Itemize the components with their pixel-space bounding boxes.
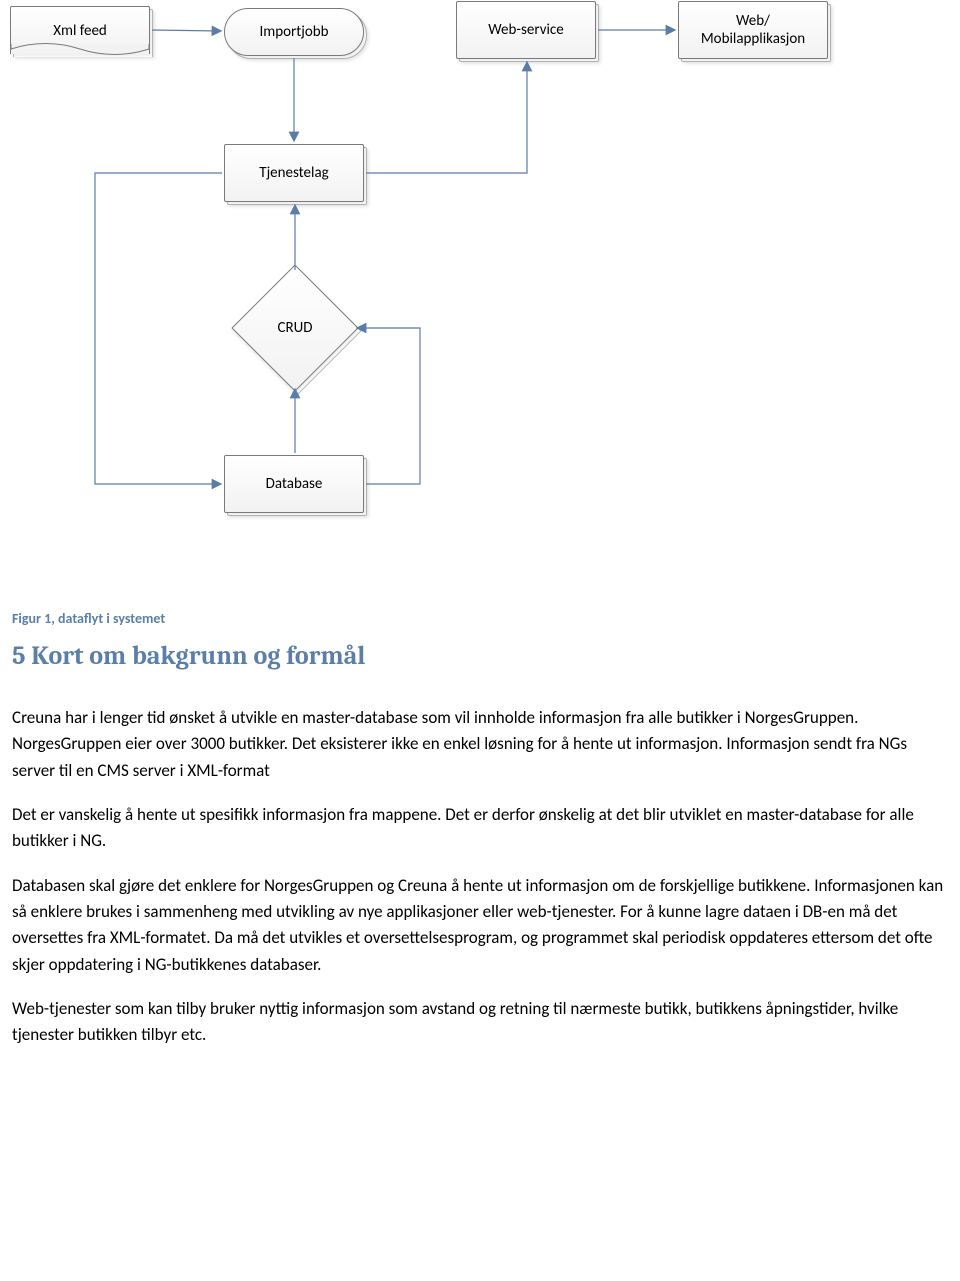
section-heading: 5 Kort om bakgrunn og formål [12,641,948,671]
node-webmobile-label: Web/ Mobilapplikasjon [701,12,805,48]
node-crud: CRUD [250,283,340,373]
node-tjenestelag: Tjenestelag [224,144,364,202]
figure-caption: Figur 1, dataflyt i systemet [12,610,948,627]
node-webservice: Web-service [456,1,596,59]
node-importjobb-label: Importjobb [259,23,328,41]
node-crud-label: CRUD [278,319,313,337]
node-importjobb: Importjobb [224,8,364,56]
node-database-label: Database [266,475,323,493]
paragraph-3: Databasen skal gjøre det enklere for Nor… [12,873,948,978]
body-text: Creuna har i lenger tid ønsket å utvikle… [12,705,948,1049]
node-tjenestelag-label: Tjenestelag [259,164,328,182]
node-webmobile: Web/ Mobilapplikasjon [678,1,828,59]
node-xmlfeed: Xml feed [10,6,150,54]
paragraph-1: Creuna har i lenger tid ønsket å utvikle… [12,705,948,784]
paragraph-4: Web-tjenester som kan tilby bruker nytti… [12,996,948,1049]
flow-diagram: Xml feed Importjobb Web-service Web/ Mob… [0,0,960,600]
node-webservice-label: Web-service [488,21,563,39]
node-database: Database [224,455,364,513]
paragraph-2: Det er vanskelig å hente ut spesifikk in… [12,802,948,855]
node-xmlfeed-label: Xml feed [53,22,107,40]
diagram-arrows [0,0,960,600]
